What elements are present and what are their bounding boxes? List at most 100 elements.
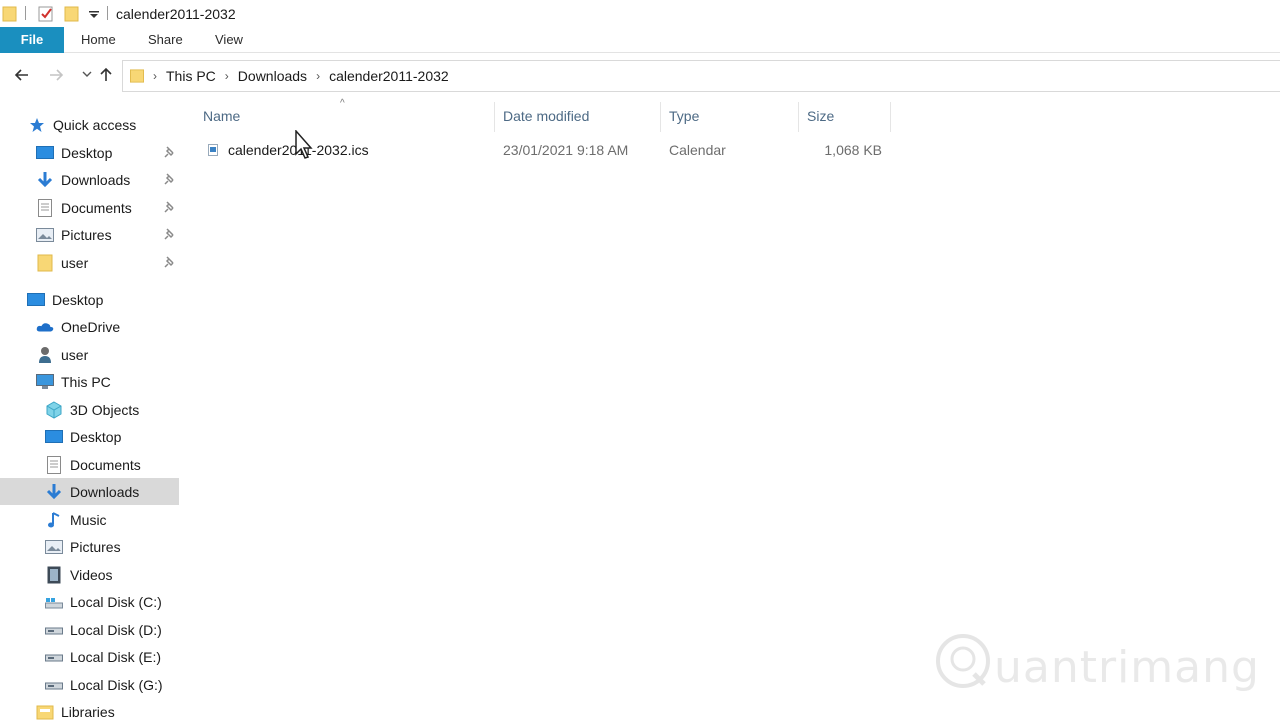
sidebar-item-this-pc[interactable]: This PC — [0, 368, 179, 395]
back-arrow-icon[interactable] — [11, 66, 33, 88]
sidebar-item-local-disk-e[interactable]: Local Disk (E:) — [0, 643, 179, 670]
folder-icon[interactable] — [2, 4, 18, 24]
navigation-pane: Quick access Desktop Downloads Documents… — [0, 110, 180, 720]
sidebar-item-label: Local Disk (D:) — [70, 621, 162, 638]
forward-arrow-icon[interactable] — [45, 66, 67, 88]
sidebar-item-label: Documents — [70, 456, 141, 473]
file-list: ^ Name Date modified Type Size calender2… — [192, 96, 1280, 720]
drive-icon — [45, 676, 63, 694]
column-divider[interactable] — [660, 102, 661, 132]
sidebar-item-label: user — [61, 254, 89, 271]
new-folder-icon[interactable] — [64, 4, 80, 24]
pin-icon[interactable] — [164, 173, 176, 185]
chevron-right-icon[interactable]: › — [153, 69, 157, 83]
tab-view[interactable]: View — [215, 27, 243, 53]
sidebar-item-label: Downloads — [61, 171, 131, 188]
column-divider[interactable] — [798, 102, 799, 132]
sidebar-item-quick-desktop[interactable]: Desktop — [0, 139, 179, 166]
sidebar-item-label: Documents — [61, 199, 132, 216]
system-drive-icon — [45, 593, 63, 611]
this-pc-icon — [36, 373, 54, 391]
sidebar-item-quick-pictures[interactable]: Pictures — [0, 221, 179, 248]
sidebar-item-3d-objects[interactable]: 3D Objects — [0, 396, 179, 423]
sidebar-item-pictures[interactable]: Pictures — [0, 533, 179, 560]
breadcrumb-current-folder[interactable]: calender2011-2032 — [329, 68, 449, 84]
column-header-date-modified[interactable]: Date modified — [503, 108, 589, 124]
column-header-size[interactable]: Size — [807, 108, 834, 124]
pin-icon[interactable] — [164, 146, 176, 158]
column-header-name[interactable]: Name — [203, 108, 240, 124]
properties-icon[interactable] — [37, 4, 55, 24]
sidebar-item-label: Desktop — [61, 144, 113, 161]
onedrive-icon — [36, 318, 54, 336]
sidebar-item-quick-user[interactable]: user — [0, 249, 179, 276]
sidebar-item-label: Libraries — [61, 703, 115, 720]
navigation-bar: › This PC › Downloads › calender2011-203… — [0, 58, 1280, 96]
ribbon-tabs: File Home Share View — [0, 27, 1280, 53]
sidebar-item-label: Downloads — [70, 483, 140, 500]
folder-icon — [130, 69, 144, 83]
sidebar-item-downloads[interactable]: Downloads — [0, 478, 179, 505]
pictures-icon — [45, 538, 63, 556]
pin-icon[interactable] — [164, 228, 176, 240]
toolbar-divider — [107, 6, 108, 20]
sidebar-item-desktop-root[interactable]: Desktop — [0, 286, 179, 313]
column-divider[interactable] — [890, 102, 891, 132]
breadcrumb-downloads[interactable]: Downloads — [238, 68, 307, 84]
desktop-icon — [45, 428, 63, 446]
sidebar-item-videos[interactable]: Videos — [0, 561, 179, 588]
sidebar-item-label: 3D Objects — [70, 401, 140, 418]
address-bar[interactable]: › This PC › Downloads › calender2011-203… — [122, 60, 1280, 92]
sidebar-item-label: Desktop — [52, 291, 104, 308]
column-divider[interactable] — [494, 102, 495, 132]
music-icon — [45, 511, 63, 529]
downloads-icon — [36, 171, 54, 189]
sidebar-item-documents[interactable]: Documents — [0, 451, 179, 478]
drive-icon — [45, 621, 63, 639]
videos-icon — [45, 566, 63, 584]
sidebar-item-label: Music — [70, 511, 107, 528]
sidebar-item-label: Desktop — [70, 428, 122, 445]
pin-icon[interactable] — [164, 256, 176, 268]
star-icon — [28, 116, 46, 134]
sidebar-item-libraries[interactable]: Libraries — [0, 698, 179, 725]
watermark-text: uantrimang — [994, 642, 1260, 693]
breadcrumb-this-pc[interactable]: This PC — [166, 68, 216, 84]
window-title: calender2011-2032 — [116, 6, 236, 22]
watermark-logo: uantrimang — [934, 632, 1259, 696]
sidebar-item-quick-downloads[interactable]: Downloads — [0, 166, 179, 193]
sidebar-item-music[interactable]: Music — [0, 506, 179, 533]
sidebar-item-label: Videos — [70, 566, 113, 583]
customize-toolbar-icon[interactable] — [88, 4, 100, 24]
tab-home[interactable]: Home — [81, 27, 116, 53]
tab-share[interactable]: Share — [148, 27, 183, 53]
title-bar: calender2011-2032 — [0, 0, 1280, 27]
tab-file[interactable]: File — [0, 27, 64, 53]
toolbar-divider — [25, 6, 26, 20]
column-header-type[interactable]: Type — [669, 108, 699, 124]
sidebar-item-local-disk-d[interactable]: Local Disk (D:) — [0, 616, 179, 643]
sidebar-item-desktop[interactable]: Desktop — [0, 423, 179, 450]
watermark-lightbulb-icon — [936, 634, 990, 688]
sidebar-item-label: Quick access — [53, 116, 137, 133]
sidebar-item-label: Pictures — [61, 226, 112, 243]
sidebar-item-onedrive[interactable]: OneDrive — [0, 313, 179, 340]
pin-icon[interactable] — [164, 201, 176, 213]
drive-icon — [45, 648, 63, 666]
sidebar-item-quick-documents[interactable]: Documents — [0, 194, 179, 221]
3d-objects-icon — [45, 400, 63, 419]
chevron-right-icon[interactable]: › — [225, 69, 229, 83]
calendar-file-icon — [208, 144, 218, 156]
sidebar-item-user[interactable]: user — [0, 341, 179, 368]
folder-icon — [36, 254, 54, 272]
chevron-right-icon[interactable]: › — [316, 69, 320, 83]
documents-icon — [45, 455, 63, 474]
mouse-pointer-icon — [295, 130, 313, 159]
sidebar-item-local-disk-c[interactable]: Local Disk (C:) — [0, 588, 179, 615]
sidebar-item-local-disk-g[interactable]: Local Disk (G:) — [0, 671, 179, 698]
sidebar-item-label: This PC — [61, 373, 111, 390]
sidebar-item-label: Local Disk (C:) — [70, 593, 162, 610]
sidebar-item-quick-access[interactable]: Quick access — [28, 111, 179, 138]
up-arrow-icon[interactable] — [95, 66, 117, 88]
sidebar-item-label: OneDrive — [61, 318, 121, 335]
